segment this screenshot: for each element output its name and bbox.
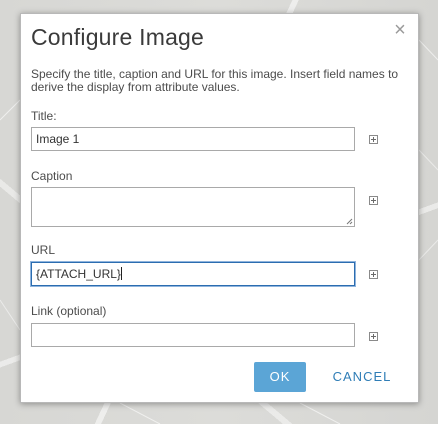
- caption-label: Caption: [31, 169, 73, 183]
- text-cursor: [120, 267, 122, 280]
- caption-insert-field-icon[interactable]: [369, 196, 378, 205]
- ok-button[interactable]: OK: [254, 362, 306, 392]
- configure-image-dialog: Configure Image × Specify the title, cap…: [20, 13, 419, 403]
- link-label: Link (optional): [31, 304, 107, 318]
- url-label: URL: [31, 243, 56, 257]
- caption-textarea[interactable]: [31, 187, 355, 227]
- url-insert-field-icon[interactable]: [369, 270, 378, 279]
- title-insert-field-icon[interactable]: [369, 135, 378, 144]
- url-input[interactable]: {ATTACH_URL}: [31, 262, 355, 286]
- cancel-button[interactable]: CANCEL: [327, 362, 397, 392]
- dialog-title: Configure Image: [31, 24, 205, 50]
- title-label: Title:: [31, 109, 57, 123]
- url-input-value: {ATTACH_URL}: [36, 267, 121, 281]
- link-insert-field-icon[interactable]: [369, 332, 378, 341]
- close-icon[interactable]: ×: [391, 20, 409, 40]
- title-input[interactable]: [31, 127, 355, 151]
- link-input[interactable]: [31, 323, 355, 347]
- resize-grip-icon[interactable]: [346, 218, 353, 225]
- dialog-description: Specify the title, caption and URL for t…: [31, 67, 399, 94]
